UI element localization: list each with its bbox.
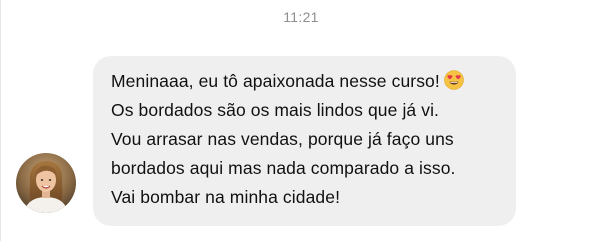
message-line: Vai bombar na minha cidade!: [111, 187, 341, 207]
message-line: Meninaaa, eu tô apaixonada nesse curso!: [111, 67, 498, 96]
message-line-text: Meninaaa, eu tô apaixonada nesse curso!: [111, 71, 440, 91]
message-line: Vou arrasar nas vendas, porque já faço u…: [111, 129, 454, 149]
profile-photo: [16, 153, 76, 213]
message-bubble[interactable]: Meninaaa, eu tô apaixonada nesse curso! …: [93, 56, 516, 226]
chat-conversation: 11:21 Meninaaa, eu tô apaixonada nesse c…: [0, 0, 600, 241]
message-line: bordados aqui mas nada comparado a isso.: [111, 158, 456, 178]
sender-avatar[interactable]: [16, 153, 76, 213]
message-line: Os bordados são os mais lindos que já vi…: [111, 100, 440, 120]
heart-eyes-emoji-icon: [444, 70, 464, 90]
message-timestamp: 11:21: [283, 9, 319, 25]
